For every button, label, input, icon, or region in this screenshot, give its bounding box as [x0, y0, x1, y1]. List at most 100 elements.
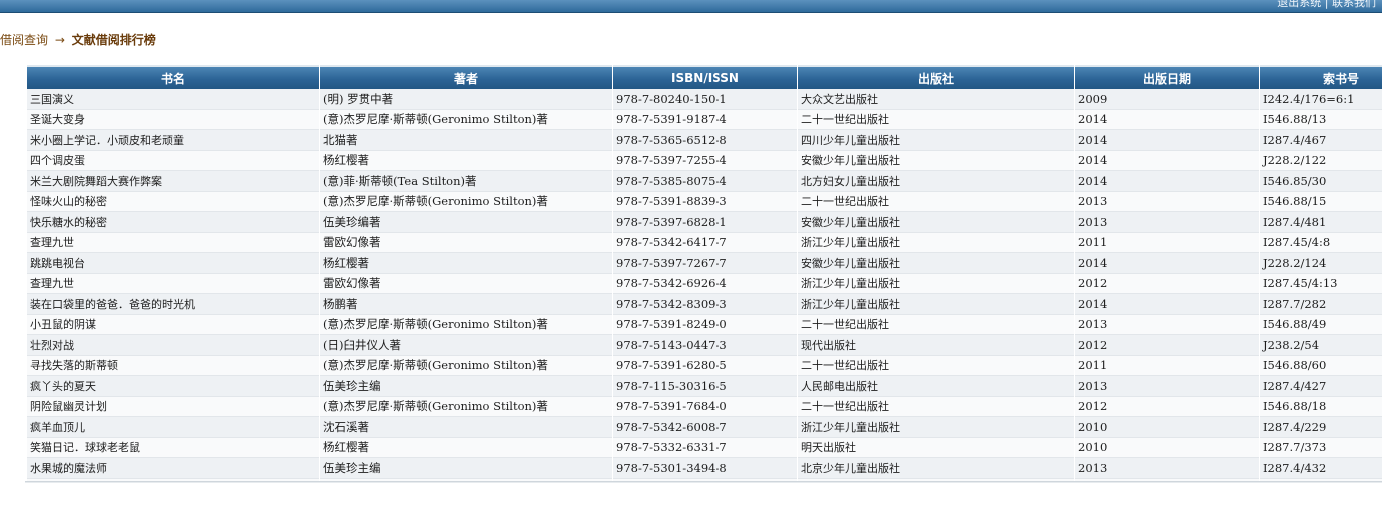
column-header-pub-date[interactable]: 出版日期	[1075, 65, 1259, 89]
table-row[interactable]: 疯羊血顶儿 沈石溪著 978-7-5342-6008-7 浙江少年儿童出版社 2010 I…	[27, 417, 1382, 438]
pub-date-cell: 2012	[1075, 396, 1259, 417]
publisher-cell: 北方妇女儿童出版社	[798, 171, 1074, 192]
call-number-cell: I287.4/467	[1260, 130, 1382, 151]
table-row[interactable]: 怪味火山的秘密 (意)杰罗尼摩·斯蒂顿(Geronimo Stilton)著 978…	[27, 191, 1382, 212]
isbn-cell: 978-7-5365-6512-8	[613, 130, 797, 151]
pub-date-cell: 2013	[1075, 212, 1259, 233]
pub-date-cell: 2012	[1075, 273, 1259, 294]
call-number-cell: I287.45/4:13	[1260, 273, 1382, 294]
table-row[interactable]: 疯丫头的夏天 伍美珍主编 978-7-115-30316-5 人民邮电出版社 2013 I…	[27, 376, 1382, 397]
breadcrumb: 借阅查询 → 文献借阅排行榜	[0, 31, 156, 48]
publisher-cell: 人民邮电出版社	[798, 376, 1074, 397]
table-row[interactable]: 快乐糖水的秘密 伍美珍编著 978-7-5397-6828-1 安徽少年儿童出版社 20…	[27, 212, 1382, 233]
table-row[interactable]: 壮烈对战 (日)臼井仪人著 978-7-5143-0447-3 现代出版社 2012 J2…	[27, 335, 1382, 356]
title-cell[interactable]: 米小圈上学记．小顽皮和老顽童	[27, 130, 319, 151]
title-cell[interactable]: 疯羊血顶儿	[27, 417, 319, 438]
call-number-cell: I546.88/15	[1260, 191, 1382, 212]
breadcrumb-arrow-icon: →	[54, 33, 65, 47]
title-cell[interactable]: 米兰大剧院舞蹈大赛作弊案	[27, 171, 319, 192]
title-cell[interactable]: 四个调皮蛋	[27, 150, 319, 171]
breadcrumb-parent-link[interactable]: 借阅查询	[0, 33, 48, 47]
table-row[interactable]: 笑猫日记．球球老老鼠 杨红樱著 978-7-5332-6331-7 明天出版社 2010…	[27, 437, 1382, 458]
pub-date-cell: 2010	[1075, 437, 1259, 458]
author-cell: 杨红樱著	[320, 253, 612, 274]
call-number-cell: I287.7/373	[1260, 437, 1382, 458]
title-cell[interactable]: 圣诞大变身	[27, 109, 319, 130]
table-row[interactable]: 米兰大剧院舞蹈大赛作弊案 (意)菲·斯蒂顿(Tea Stilton)著 978-7-…	[27, 171, 1382, 192]
column-header-title[interactable]: 书名	[27, 65, 319, 89]
author-cell: (意)杰罗尼摩·斯蒂顿(Geronimo Stilton)著	[320, 355, 612, 376]
author-cell: (意)菲·斯蒂顿(Tea Stilton)著	[320, 171, 612, 192]
call-number-cell: I287.4/481	[1260, 212, 1382, 233]
title-cell[interactable]: 洛克王国大冒险．3，封印魔幻卷轴之战	[27, 478, 319, 481]
author-cell: 杨红樱著	[320, 437, 612, 458]
table-row[interactable]: 查理九世 雷欧幻像著 978-7-5342-6417-7 浙江少年儿童出版社 2011 I…	[27, 232, 1382, 253]
publisher-cell: 二十一世纪出版社	[798, 396, 1074, 417]
title-cell[interactable]: 装在口袋里的爸爸．爸爸的时光机	[27, 294, 319, 315]
publisher-cell: 北方妇女儿童出版社	[798, 478, 1074, 481]
call-number-cell: I287.45/4:8	[1260, 232, 1382, 253]
table-row[interactable]: 查理九世 雷欧幻像著 978-7-5342-6926-4 浙江少年儿童出版社 2012 I…	[27, 273, 1382, 294]
title-cell[interactable]: 阴险鼠幽灵计划	[27, 396, 319, 417]
table-row[interactable]: 小丑鼠的阴谋 (意)杰罗尼摩·斯蒂顿(Geronimo Stilton)著 978-…	[27, 314, 1382, 335]
call-number-cell: I287.4/438:3	[1260, 478, 1382, 481]
author-cell: 伍美珍主编	[320, 458, 612, 479]
title-cell[interactable]: 水果城的魔法师	[27, 458, 319, 479]
table-row[interactable]: 洛克王国大冒险．3，封印魔幻卷轴之战陈肯著978-7-5385-7805-8北方…	[27, 478, 1382, 481]
title-cell[interactable]: 笑猫日记．球球老老鼠	[27, 437, 319, 458]
column-header-isbn[interactable]: ISBN/ISSN	[613, 65, 797, 89]
title-cell[interactable]: 小丑鼠的阴谋	[27, 314, 319, 335]
isbn-cell: 978-7-5397-7267-7	[613, 253, 797, 274]
table-header-row: 书名 著者 ISBN/ISSN 出版社 出版日期 索书号	[27, 65, 1382, 89]
column-header-publisher[interactable]: 出版社	[798, 65, 1074, 89]
call-number-cell: J228.2/122	[1260, 150, 1382, 171]
table-row[interactable]: 水果城的魔法师 伍美珍主编 978-7-5301-3494-8 北京少年儿童出版社 20…	[27, 458, 1382, 479]
table-row[interactable]: 跳跳电视台 杨红樱著 978-7-5397-7267-7 安徽少年儿童出版社 2014 J…	[27, 253, 1382, 274]
author-cell: (日)臼井仪人著	[320, 335, 612, 356]
isbn-cell: 978-7-5342-6417-7	[613, 232, 797, 253]
table-row[interactable]: 圣诞大变身 (意)杰罗尼摩·斯蒂顿(Geronimo Stilton)著 978-7…	[27, 109, 1382, 130]
isbn-cell: 978-7-5391-7684-0	[613, 396, 797, 417]
pub-date-cell: 2014	[1075, 150, 1259, 171]
isbn-cell: 978-7-5332-6331-7	[613, 437, 797, 458]
table-row[interactable]: 三国演义 (明) 罗贯中著 978-7-80240-150-1 大众文艺出版社 2009…	[27, 89, 1382, 110]
title-cell[interactable]: 怪味火山的秘密	[27, 191, 319, 212]
author-cell: 杨鹏著	[320, 294, 612, 315]
author-cell: 沈石溪著	[320, 417, 612, 438]
isbn-cell: 978-7-5391-8839-3	[613, 191, 797, 212]
pub-date-cell: 2014	[1075, 130, 1259, 151]
table-body: 三国演义 (明) 罗贯中著 978-7-80240-150-1 大众文艺出版社 2009…	[27, 89, 1382, 481]
column-header-author[interactable]: 著者	[320, 65, 612, 89]
isbn-cell: 978-7-5391-6280-5	[613, 355, 797, 376]
author-cell: 陈肯著	[320, 478, 612, 481]
call-number-cell: I546.88/18	[1260, 396, 1382, 417]
title-cell[interactable]: 查理九世	[27, 232, 319, 253]
top-links[interactable]: 退出系统 | 联系我们	[1277, 0, 1376, 10]
column-header-call-number[interactable]: 索书号	[1260, 65, 1382, 89]
pub-date-cell: 2013	[1075, 191, 1259, 212]
publisher-cell: 浙江少年儿童出版社	[798, 417, 1074, 438]
title-cell[interactable]: 壮烈对战	[27, 335, 319, 356]
table-row[interactable]: 阴险鼠幽灵计划 (意)杰罗尼摩·斯蒂顿(Geronimo Stilton)著 978…	[27, 396, 1382, 417]
isbn-cell: 978-7-5143-0447-3	[613, 335, 797, 356]
title-cell[interactable]: 寻找失落的斯蒂顿	[27, 355, 319, 376]
title-cell[interactable]: 三国演义	[27, 89, 319, 110]
publisher-cell: 浙江少年儿童出版社	[798, 273, 1074, 294]
isbn-cell: 978-7-5385-8075-4	[613, 171, 797, 192]
publisher-cell: 现代出版社	[798, 335, 1074, 356]
pub-date-cell: 2014	[1075, 294, 1259, 315]
publisher-cell: 二十一世纪出版社	[798, 109, 1074, 130]
table-row[interactable]: 四个调皮蛋 杨红樱著 978-7-5397-7255-4 安徽少年儿童出版社 2014 J…	[27, 150, 1382, 171]
table-row[interactable]: 寻找失落的斯蒂顿 (意)杰罗尼摩·斯蒂顿(Geronimo Stilton)著 97…	[27, 355, 1382, 376]
title-cell[interactable]: 跳跳电视台	[27, 253, 319, 274]
table-row[interactable]: 米小圈上学记．小顽皮和老顽童 北猫著 978-7-5365-6512-8 四川少年儿童…	[27, 130, 1382, 151]
table-row[interactable]: 装在口袋里的爸爸．爸爸的时光机 杨鹏著 978-7-5342-8309-3 浙江少年儿…	[27, 294, 1382, 315]
pub-date-cell: 2014	[1075, 478, 1259, 481]
author-cell: (明) 罗贯中著	[320, 89, 612, 110]
pub-date-cell: 2010	[1075, 417, 1259, 438]
title-cell[interactable]: 快乐糖水的秘密	[27, 212, 319, 233]
author-cell: (意)杰罗尼摩·斯蒂顿(Geronimo Stilton)著	[320, 109, 612, 130]
title-cell[interactable]: 疯丫头的夏天	[27, 376, 319, 397]
isbn-cell: 978-7-5391-9187-4	[613, 109, 797, 130]
title-cell[interactable]: 查理九世	[27, 273, 319, 294]
